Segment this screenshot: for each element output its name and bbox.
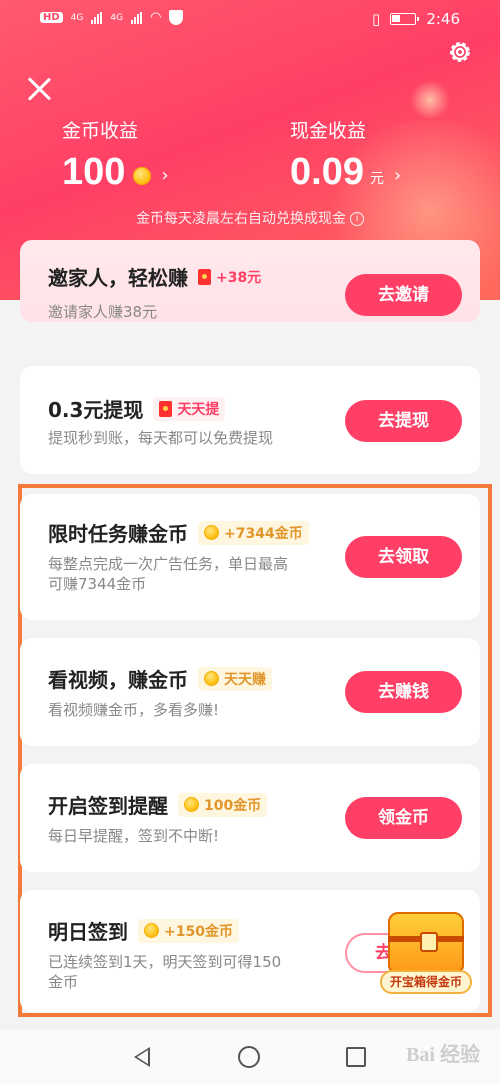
gear-icon[interactable] <box>446 38 474 66</box>
red-packet-icon <box>159 400 173 417</box>
cash-unit: 元 <box>369 170 384 187</box>
exchange-note-text: 金币每天凌晨左右自动兑换成现金 <box>136 211 346 227</box>
earn-money-button[interactable]: 去赚钱 <box>345 671 462 713</box>
exchange-note: 金币每天凌晨左右自动兑换成现金 i <box>0 208 500 228</box>
watermark: Bai 经验 <box>406 1044 480 1066</box>
reward-tag-text: +38元 <box>216 269 262 286</box>
task-card-invite: 邀家人，轻松赚 +38元 邀请家人赚38元 去邀请 <box>20 240 480 322</box>
reward-tag-text: 天天赚 <box>224 671 266 688</box>
task-card-video: 看视频，赚金币 天天赚 看视频赚金币，多看多赚! 去赚钱 <box>20 638 480 746</box>
battery-icon <box>390 13 420 25</box>
reward-tag-text: 天天提 <box>177 401 220 418</box>
task-desc-line: 金币 <box>48 973 79 991</box>
cash-earnings[interactable]: 现金收益 0.09 元 › <box>290 116 401 194</box>
reward-tag: +38元 <box>198 267 261 287</box>
close-icon[interactable] <box>26 76 52 102</box>
task-desc: 每整点完成一次广告任务，单日最高 可赚7344金币 <box>48 554 288 594</box>
shield-icon <box>169 10 184 25</box>
decorative-glow <box>410 80 450 120</box>
task-desc-line: 每整点完成一次广告任务，单日最高 <box>48 555 289 573</box>
get-coins-button[interactable]: 领金币 <box>345 797 462 839</box>
treasure-label: 开宝箱得金币 <box>380 970 472 994</box>
claim-button[interactable]: 去领取 <box>345 536 462 578</box>
task-title: 限时任务赚金币 <box>48 522 188 546</box>
coin-icon <box>144 923 159 938</box>
coin-earnings[interactable]: 金币收益 100 › <box>62 116 169 194</box>
reward-tag: 天天提 <box>153 396 226 421</box>
signal-icon <box>91 11 103 24</box>
task-card-reminder: 开启签到提醒 100金币 每日早提醒，签到不中断! 领金币 <box>20 764 480 872</box>
treasure-chest-widget[interactable]: 开宝箱得金币 <box>380 908 475 998</box>
task-desc: 提现秒到账，每天都可以免费提现 <box>48 429 274 447</box>
reward-tag: 100金币 <box>178 792 268 817</box>
task-card-withdraw: 0.3元提现 天天提 提现秒到账，每天都可以免费提现 去提现 <box>20 366 480 474</box>
task-title: 邀家人，轻松赚 <box>48 266 188 290</box>
recent-apps-icon[interactable] <box>346 1047 366 1067</box>
wifi-icon: ◠ <box>150 10 162 25</box>
cash-earnings-label: 现金收益 <box>290 120 367 142</box>
task-title: 0.3元提现 <box>48 398 144 422</box>
home-icon[interactable] <box>238 1046 260 1068</box>
task-desc: 邀请家人赚38元 <box>48 303 158 321</box>
clock: 2:46 <box>426 10 460 28</box>
task-card-limited: 限时任务赚金币 +7344金币 每整点完成一次广告任务，单日最高 可赚7344金… <box>20 494 480 620</box>
invite-button[interactable]: 去邀请 <box>345 274 462 316</box>
info-icon[interactable]: i <box>350 212 364 226</box>
reward-tag-text: 100金币 <box>204 797 262 814</box>
chevron-right-icon: › <box>393 165 402 186</box>
chevron-right-icon: › <box>161 165 169 186</box>
coin-icon <box>204 671 219 686</box>
network-label: 4G <box>70 12 84 23</box>
reward-tag: +7344金币 <box>198 520 309 545</box>
vibrate-icon: ▯ <box>372 10 381 28</box>
task-desc-line: 可赚7344金币 <box>48 575 147 593</box>
task-desc: 看视频赚金币，多看多赚! <box>48 701 220 719</box>
status-bar: HD 4G 4G ◠ ▯ 2:46 <box>0 0 500 40</box>
hd-badge: HD <box>40 12 63 23</box>
red-packet-icon <box>198 268 211 285</box>
reward-tag-text: +7344金币 <box>224 525 303 542</box>
task-title: 明日签到 <box>48 920 128 944</box>
network-label: 4G <box>110 12 124 23</box>
task-title: 开启签到提醒 <box>48 794 168 818</box>
reward-tag: +150金币 <box>138 918 239 943</box>
coin-icon <box>204 525 219 540</box>
task-desc: 每日早提醒，签到不中断! <box>48 827 220 845</box>
treasure-chest-icon <box>388 912 464 972</box>
task-title: 看视频，赚金币 <box>48 668 188 692</box>
coin-icon <box>184 797 199 812</box>
withdraw-button[interactable]: 去提现 <box>345 400 462 442</box>
coin-earnings-label: 金币收益 <box>62 120 139 142</box>
task-desc: 已连续签到1天，明天签到可得150 金币 <box>48 952 281 992</box>
cash-earnings-value: 0.09 <box>290 151 364 193</box>
reward-tag: 天天赚 <box>198 666 272 691</box>
signal-icon <box>131 11 143 24</box>
coin-earnings-value: 100 <box>62 151 126 193</box>
back-icon[interactable] <box>134 1047 150 1067</box>
coin-icon <box>133 166 152 185</box>
reward-tag-text: +150金币 <box>164 923 233 940</box>
task-desc-line: 已连续签到1天，明天签到可得150 <box>48 953 282 971</box>
